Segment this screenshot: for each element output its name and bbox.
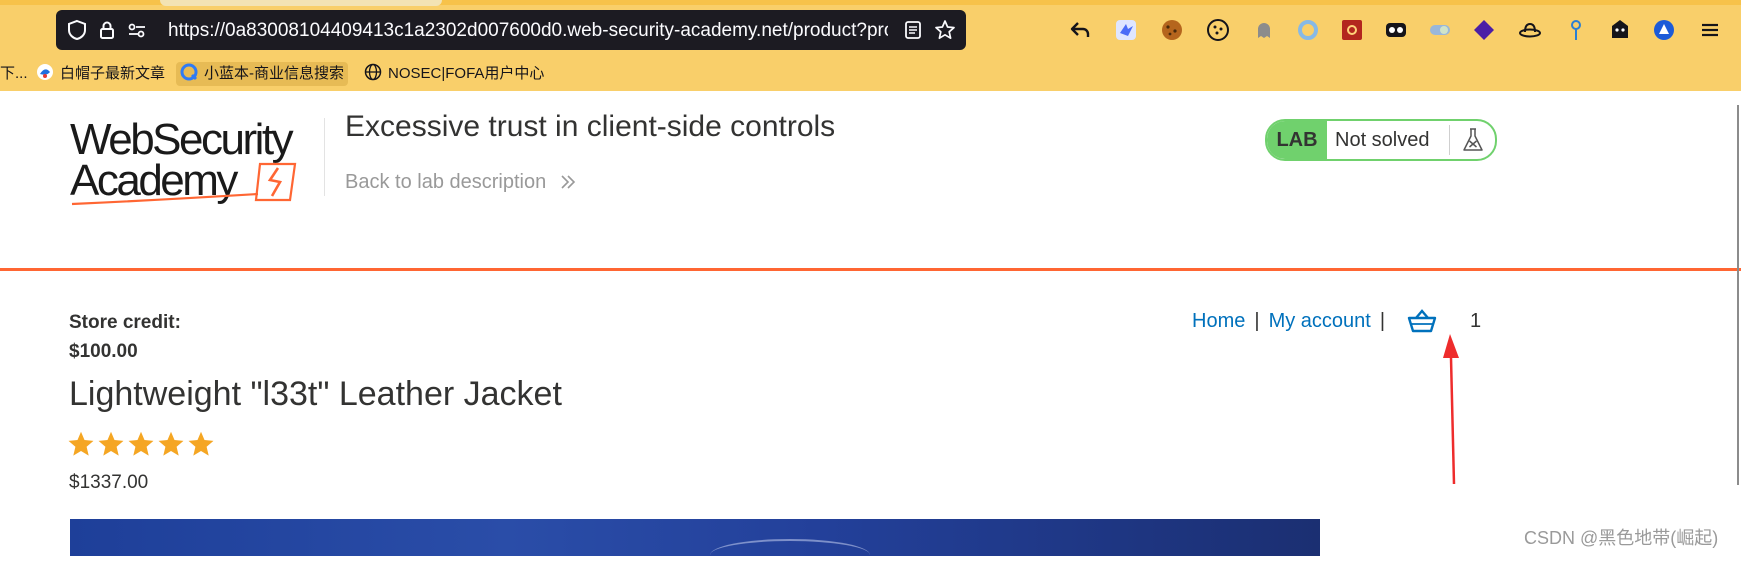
cart-count[interactable]: 1: [1470, 310, 1481, 333]
globe-icon: [364, 63, 382, 81]
star-icon: [98, 431, 124, 456]
bookmark-label: 小蓝本-商业信息搜索: [204, 65, 344, 82]
star-icon: [188, 431, 214, 456]
lab-status-widget: LAB Not solved: [1265, 119, 1497, 161]
product-price: $1337.00: [69, 472, 149, 493]
bookmark-folder[interactable]: 下...: [0, 62, 28, 86]
cookie-editor-icon[interactable]: [1206, 18, 1230, 42]
product-image: [70, 519, 1320, 556]
back-arrow-icon[interactable]: [1068, 18, 1092, 42]
address-bar[interactable]: https://0a83008104409413c1a2302d007600d0…: [56, 10, 966, 50]
cart-icon[interactable]: [1407, 308, 1437, 334]
star-rating: [67, 430, 217, 460]
star-icon: [128, 431, 154, 456]
star-icon: [68, 431, 94, 456]
permissions-icon[interactable]: [126, 19, 148, 41]
bookmark-xiaolanben[interactable]: 小蓝本-商业信息搜索: [176, 62, 348, 86]
badge-separator: [1449, 125, 1450, 155]
triangle-icon[interactable]: [1652, 18, 1676, 42]
nav-my-account-link[interactable]: My account: [1269, 310, 1371, 332]
annotation-arrow: [1443, 334, 1459, 485]
flask-icon[interactable]: [1461, 127, 1485, 153]
nav-home-link[interactable]: Home: [1192, 310, 1245, 332]
store-credit-label: Store credit:: [69, 312, 181, 333]
web-security-academy-logo[interactable]: WebSecurity Academy: [70, 116, 325, 208]
product-title: Lightweight "l33t" Leather Jacket: [69, 375, 562, 413]
bookmark-label: NOSEC|FOFA用户中心: [388, 65, 545, 82]
toggle-icon[interactable]: [1428, 18, 1452, 42]
star-icon: [158, 431, 184, 456]
lock-icon[interactable]: [96, 19, 118, 41]
store-credit-value: $100.00: [69, 341, 138, 362]
nav-separator: |: [1254, 310, 1260, 332]
header-divider: [324, 118, 325, 196]
lab-badge-label: LAB: [1267, 121, 1327, 159]
image-detail: [710, 539, 870, 571]
bookmark-star-icon[interactable]: [934, 19, 956, 41]
double-chevron-right-icon: [561, 175, 575, 189]
bookmark-label: 白帽子最新文章: [60, 65, 166, 82]
settings-box-icon[interactable]: [1340, 18, 1364, 42]
diamond-icon[interactable]: [1472, 18, 1496, 42]
menu-icon[interactable]: [1698, 18, 1722, 42]
extension-bird-icon[interactable]: [1114, 18, 1138, 42]
back-link-label: Back to lab description: [345, 171, 547, 193]
csdn-watermark: CSDN @黑色地带(崛起): [1524, 528, 1719, 548]
nav-separator: |: [1379, 310, 1386, 332]
bookmark-fofa[interactable]: NOSEC|FOFA用户中心: [364, 62, 544, 86]
shield-icon[interactable]: [66, 19, 88, 41]
cookie-icon[interactable]: [1160, 18, 1184, 42]
bookmarks-bar: 下... 白帽子最新文章 小蓝本-商业信息搜索 NOSEC|FOFA用户中心: [0, 58, 1741, 88]
q-logo-icon: [180, 63, 198, 81]
bookmark-label: 下...: [0, 65, 28, 82]
robot-icon[interactable]: [1608, 18, 1632, 42]
bird-icon: [37, 64, 53, 80]
ghost-icon[interactable]: [1252, 18, 1276, 42]
url-text[interactable]: https://0a83008104409413c1a2302d007600d0…: [168, 20, 888, 42]
reader-view-icon[interactable]: [902, 19, 924, 41]
active-tab[interactable]: [160, 0, 442, 6]
back-to-lab-link[interactable]: Back to lab description: [345, 171, 576, 194]
lab-title: Excessive trust in client-side controls: [345, 110, 836, 143]
lab-status-text: Not solved: [1335, 129, 1430, 151]
top-nav: Home | My account |: [1192, 310, 1394, 336]
hat-icon[interactable]: [1518, 18, 1542, 42]
header-rule: [0, 268, 1741, 271]
glasses-icon[interactable]: [1384, 18, 1408, 42]
pin-icon[interactable]: [1564, 18, 1588, 42]
bookmark-baimaozi[interactable]: 白帽子最新文章: [36, 62, 165, 86]
browser-chrome: https://0a83008104409413c1a2302d007600d0…: [0, 0, 1741, 91]
ring-icon[interactable]: [1296, 18, 1320, 42]
scrollbar[interactable]: [1737, 105, 1739, 485]
